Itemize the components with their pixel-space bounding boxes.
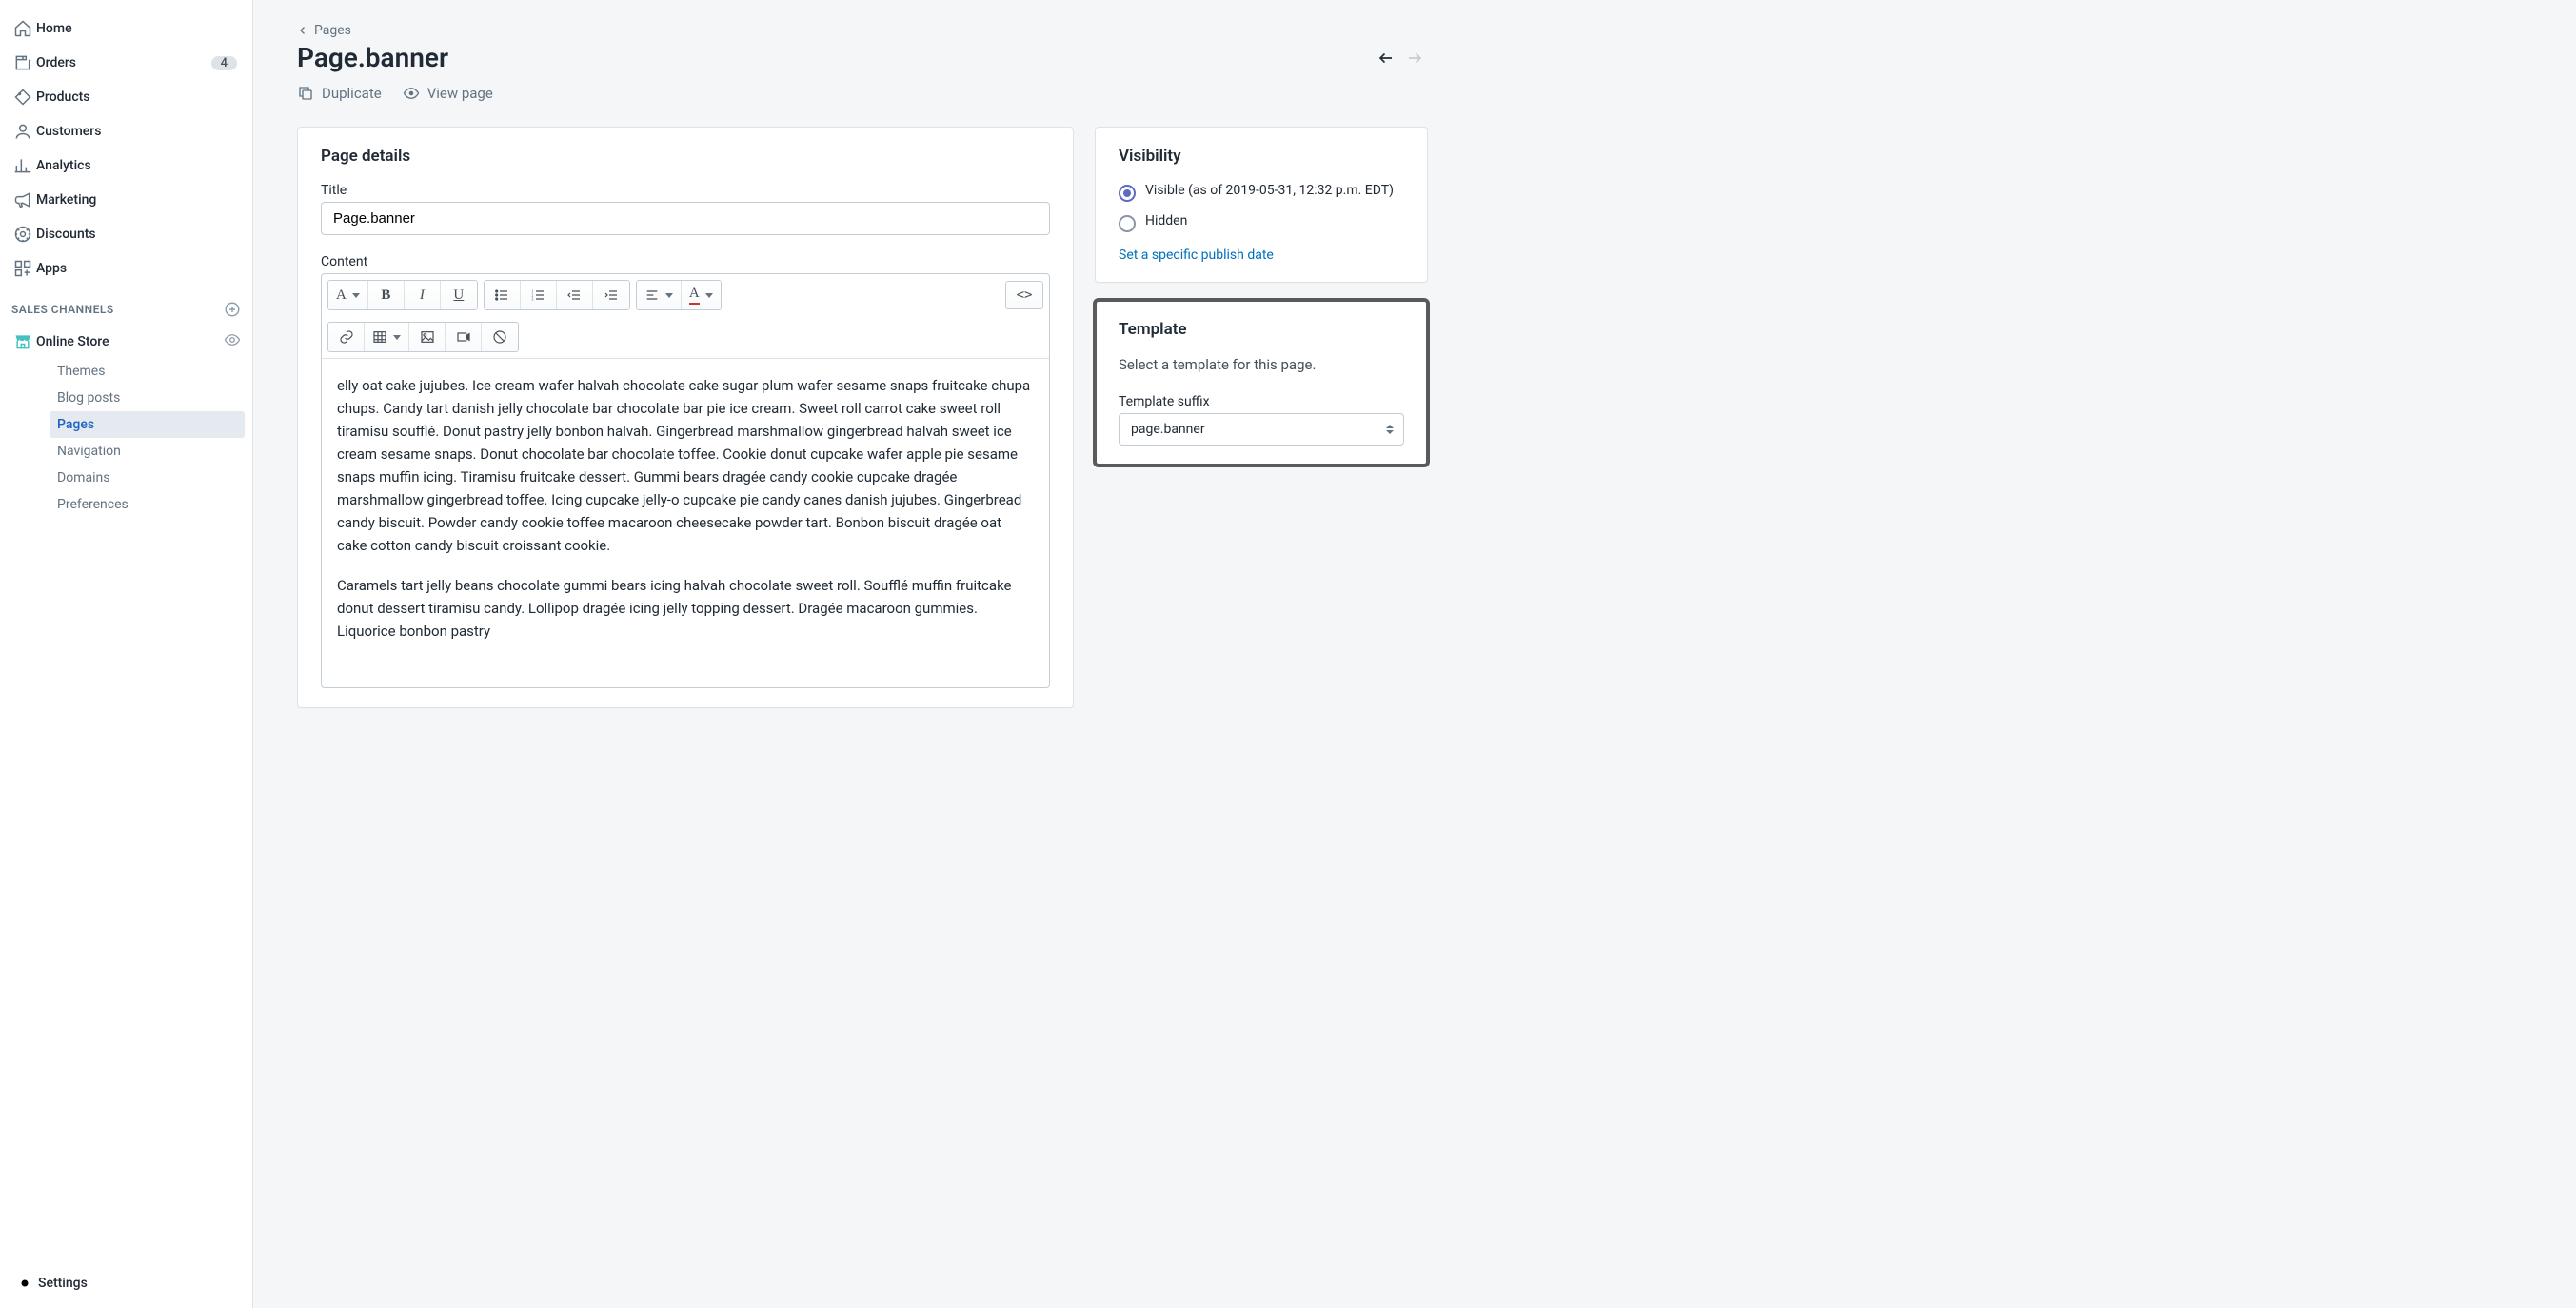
main-content: Pages Page.banner Duplicate View page [253, 0, 1472, 1308]
view-store-icon[interactable] [224, 331, 241, 352]
subnav-navigation[interactable]: Navigation [50, 438, 245, 465]
card-heading: Page details [321, 147, 1050, 166]
nav-label: Analytics [36, 158, 91, 173]
subnav-pages[interactable]: Pages [50, 411, 245, 438]
settings-label: Settings [38, 1276, 88, 1291]
nav-orders[interactable]: Orders 4 [0, 46, 252, 80]
page-title: Page.banner [297, 42, 448, 73]
action-label: View page [427, 85, 493, 102]
template-card: Template Select a template for this page… [1095, 300, 1428, 466]
apps-icon [10, 259, 36, 278]
rte-outdent-button[interactable] [557, 281, 593, 309]
duplicate-icon [297, 85, 314, 102]
store-icon [10, 332, 36, 351]
pager [1373, 46, 1428, 70]
nav-home[interactable]: Home [0, 11, 252, 46]
nav-discounts[interactable]: Discounts [0, 217, 252, 251]
duplicate-button[interactable]: Duplicate [297, 85, 382, 102]
rte-image-button[interactable] [409, 323, 446, 351]
channel-online-store[interactable]: Online Store [0, 326, 252, 358]
select-caret-icon [1386, 425, 1394, 434]
rte-number-list-button[interactable]: 123 [521, 281, 557, 309]
select-value: page.banner [1131, 422, 1205, 437]
template-help-text: Select a template for this page. [1119, 356, 1404, 373]
rte-video-button[interactable] [446, 323, 482, 351]
sidebar: Home Orders 4 Products Customers Analyti… [0, 0, 253, 1308]
customers-icon [10, 122, 36, 141]
title-input[interactable] [321, 202, 1050, 235]
nav-customers[interactable]: Customers [0, 114, 252, 149]
discounts-icon [10, 225, 36, 244]
pager-next-button[interactable] [1401, 46, 1428, 70]
nav-analytics[interactable]: Analytics [0, 149, 252, 183]
subnav-domains[interactable]: Domains [50, 465, 245, 491]
orders-badge: 4 [211, 56, 237, 70]
action-label: Duplicate [322, 85, 382, 102]
subnav-blog-posts[interactable]: Blog posts [50, 385, 245, 411]
rte-align-dropdown[interactable] [637, 281, 682, 309]
rte-table-dropdown[interactable] [365, 323, 409, 351]
rte-code-button[interactable]: <> [1005, 281, 1043, 309]
radio-label: Visible (as of 2019-05-31, 12:32 p.m. ED… [1145, 183, 1394, 198]
radio-label: Hidden [1145, 213, 1187, 228]
section-label: SALES CHANNELS [11, 303, 114, 316]
subnav-themes[interactable]: Themes [50, 358, 245, 385]
rte-underline-button[interactable]: U [441, 281, 477, 309]
sales-channels-heading: SALES CHANNELS [0, 286, 252, 326]
gear-icon [11, 1270, 38, 1297]
orders-icon [10, 53, 36, 72]
nav-label: Products [36, 89, 90, 105]
title-label: Title [321, 183, 1050, 198]
template-suffix-select[interactable]: page.banner [1119, 413, 1404, 446]
content-paragraph: elly oat cake jujubes. Ice cream wafer h… [337, 374, 1034, 557]
rte-format-dropdown[interactable]: A [328, 281, 368, 309]
nav-marketing[interactable]: Marketing [0, 183, 252, 217]
content-paragraph: Caramels tart jelly beans chocolate gumm… [337, 574, 1034, 643]
rte-clear-button[interactable] [482, 323, 518, 351]
nav-settings[interactable]: Settings [0, 1258, 252, 1308]
rte-bold-button[interactable]: B [368, 281, 405, 309]
set-publish-date-link[interactable]: Set a specific publish date [1119, 248, 1274, 263]
rte-link-button[interactable] [328, 323, 365, 351]
eye-icon [403, 85, 420, 102]
rte-toolbar: A B I U 123 [322, 274, 1049, 359]
subnav-preferences[interactable]: Preferences [50, 491, 245, 518]
nav-apps[interactable]: Apps [0, 251, 252, 286]
products-icon [10, 88, 36, 107]
radio-checked-icon [1119, 185, 1136, 202]
content-label: Content [321, 254, 1050, 269]
svg-text:3: 3 [532, 296, 534, 301]
add-channel-icon[interactable] [224, 301, 241, 318]
rich-text-editor: A B I U 123 [321, 273, 1050, 688]
view-page-button[interactable]: View page [403, 85, 493, 102]
rte-content[interactable]: elly oat cake jujubes. Ice cream wafer h… [322, 359, 1049, 687]
visibility-card: Visibility Visible (as of 2019-05-31, 12… [1095, 127, 1428, 283]
analytics-icon [10, 156, 36, 175]
card-heading: Template [1119, 320, 1404, 339]
nav-products[interactable]: Products [0, 80, 252, 114]
nav-label: Orders [36, 55, 76, 70]
online-store-subnav: Themes Blog posts Pages Navigation Domai… [0, 358, 252, 518]
channel-label: Online Store [36, 334, 109, 349]
rte-italic-button[interactable]: I [405, 281, 441, 309]
nav-label: Marketing [36, 192, 96, 208]
visibility-hidden-option[interactable]: Hidden [1119, 213, 1404, 232]
nav-label: Home [36, 21, 72, 36]
nav-label: Apps [36, 261, 67, 276]
pager-prev-button[interactable] [1373, 46, 1399, 70]
rte-color-dropdown[interactable]: A [682, 281, 721, 309]
marketing-icon [10, 190, 36, 209]
breadcrumb[interactable]: Pages [297, 23, 351, 38]
nav-label: Discounts [36, 227, 96, 242]
visibility-visible-option[interactable]: Visible (as of 2019-05-31, 12:32 p.m. ED… [1119, 183, 1404, 202]
nav-label: Customers [36, 124, 101, 139]
template-suffix-label: Template suffix [1119, 394, 1404, 409]
rte-bullet-list-button[interactable] [485, 281, 521, 309]
page-details-card: Page details Title Content A B [297, 127, 1074, 708]
rte-indent-button[interactable] [593, 281, 629, 309]
home-icon [10, 19, 36, 38]
radio-unchecked-icon [1119, 215, 1136, 232]
breadcrumb-label: Pages [314, 23, 351, 38]
card-heading: Visibility [1119, 147, 1404, 166]
